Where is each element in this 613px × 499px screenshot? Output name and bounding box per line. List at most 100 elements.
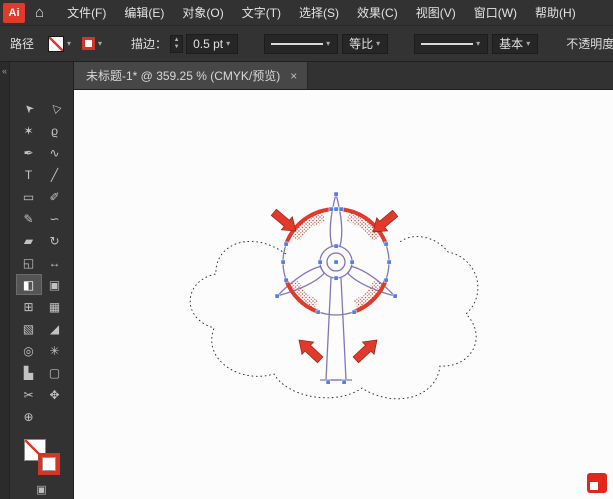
shape-builder-tool[interactable]: ◧: [15, 274, 42, 295]
menu-type[interactable]: 文字(T): [233, 0, 290, 26]
home-icon[interactable]: ⌂: [35, 4, 44, 21]
menu-window[interactable]: 窗口(W): [465, 0, 526, 26]
menu-bar: Ai ⌂ 文件(F) 编辑(E) 对象(O) 文字(T) 选择(S) 效果(C)…: [0, 0, 613, 26]
menu-file[interactable]: 文件(F): [58, 0, 115, 26]
context-label: 路径: [10, 37, 35, 51]
app-logo[interactable]: Ai: [3, 2, 25, 23]
document-tab-title: 未标题-1* @ 359.25 % (CMYK/预览): [86, 69, 281, 83]
caret-down-icon: ▾: [476, 39, 481, 48]
eraser-tool[interactable]: ▰: [16, 230, 42, 251]
anchor-point[interactable]: [328, 206, 334, 212]
fill-caret-icon[interactable]: ▾: [67, 39, 71, 48]
canvas[interactable]: [74, 90, 613, 499]
menu-select[interactable]: 选择(S): [290, 0, 348, 26]
anchor-point[interactable]: [338, 206, 344, 212]
rectangle-tool[interactable]: ▭: [16, 186, 42, 207]
zoom-tool[interactable]: ⊕: [16, 406, 42, 427]
width-profile-select[interactable]: 等比 ▾: [342, 33, 389, 54]
anchor-point[interactable]: [383, 277, 389, 283]
brush-select[interactable]: 基本 ▾: [492, 33, 539, 54]
document-tab-bar: 未标题-1* @ 359.25 % (CMYK/预览) ×: [74, 62, 613, 90]
menu-effect[interactable]: 效果(C): [348, 0, 407, 26]
anchor-point[interactable]: [383, 241, 389, 247]
collapse-panel-icon[interactable]: «: [2, 66, 7, 76]
slice-tool[interactable]: ✂: [16, 384, 42, 405]
anchor-point[interactable]: [351, 309, 357, 315]
stroke-width-select[interactable]: 0.5 pt ▾: [186, 33, 239, 54]
paintbrush-tool[interactable]: ✐: [42, 186, 68, 207]
tower[interactable]: [325, 277, 347, 381]
menu-edit[interactable]: 编辑(E): [115, 0, 173, 26]
pencil-tool[interactable]: ✎: [16, 208, 42, 229]
caret-down-icon: ▾: [326, 39, 331, 48]
anchor-point[interactable]: [333, 275, 339, 281]
anchor-point[interactable]: [283, 277, 289, 283]
anchor-point[interactable]: [333, 259, 339, 265]
blend-tool[interactable]: ◎: [16, 340, 42, 361]
caret-down-icon: ▾: [226, 39, 231, 48]
stroke-color-swatch[interactable]: [82, 37, 96, 50]
artboard-tool[interactable]: ▢: [42, 362, 68, 383]
stroke-label: 描边：: [131, 37, 168, 51]
close-tab-icon[interactable]: ×: [290, 69, 297, 83]
shaper-tool[interactable]: ∽: [42, 208, 68, 229]
anchor-point[interactable]: [386, 259, 392, 265]
pen-tool[interactable]: ✒: [16, 142, 42, 163]
free-transform-tool[interactable]: ▣: [42, 274, 68, 295]
fill-color-swatch[interactable]: [48, 35, 65, 52]
stepper-down-icon[interactable]: ▼: [171, 44, 182, 51]
anchor-point[interactable]: [349, 259, 355, 265]
fill-stroke-control: [23, 439, 60, 475]
anchor-point[interactable]: [333, 243, 339, 249]
stroke-caret-icon[interactable]: ▾: [98, 39, 102, 48]
brush-preview[interactable]: ▾: [414, 33, 489, 54]
anchor-point[interactable]: [325, 379, 331, 385]
hand-tool[interactable]: ✥: [42, 384, 68, 405]
anchor-point[interactable]: [333, 191, 339, 197]
menu-help[interactable]: 帮助(H): [526, 0, 585, 26]
anchor-point[interactable]: [280, 259, 286, 265]
mesh-tool[interactable]: ▦: [42, 296, 68, 317]
line-preview: [421, 42, 474, 45]
perspective-grid-tool[interactable]: ⊞: [16, 296, 42, 317]
width-tool[interactable]: ↔: [42, 252, 68, 273]
toolbar: ➤ ▷ ✶ ϱ ✒ ∿ T ╱ ▭ ✐ ✎ ∽ ▰ ↻ ◱ ↔ ◧ ▣ ⊞ ▦: [10, 62, 73, 499]
width-profile-value: 等比: [349, 37, 374, 51]
anchor-point[interactable]: [315, 309, 321, 315]
stroke-width-value: 0.5 pt: [193, 36, 224, 51]
menu-view[interactable]: 视图(V): [407, 0, 465, 26]
column-graph-tool[interactable]: ▙: [16, 362, 42, 383]
tool-spacer: [42, 406, 68, 427]
blade-up[interactable]: [329, 191, 343, 247]
dock-collapse-strip[interactable]: «: [0, 62, 10, 499]
anchor-point[interactable]: [392, 293, 398, 299]
symbol-sprayer-tool[interactable]: ✳: [42, 340, 68, 361]
caret-down-icon: ▾: [526, 39, 531, 48]
anchor-point[interactable]: [333, 206, 339, 212]
curvature-tool[interactable]: ∿: [42, 142, 68, 163]
document-tab[interactable]: 未标题-1* @ 359.25 % (CMYK/预览) ×: [74, 62, 309, 89]
canvas-artwork[interactable]: [74, 90, 612, 499]
line-segment-tool[interactable]: ╱: [42, 164, 68, 185]
opacity-label: 不透明度：: [566, 37, 613, 51]
draw-mode-icon[interactable]: ▣: [36, 483, 46, 496]
menu-object[interactable]: 对象(O): [173, 0, 232, 26]
anchor-point[interactable]: [317, 259, 323, 265]
scale-tool[interactable]: ◱: [16, 252, 42, 273]
width-profile-preview[interactable]: ▾: [264, 33, 339, 54]
recording-indicator: [587, 473, 607, 493]
stroke-width-stepper[interactable]: ▲ ▼: [170, 34, 184, 53]
anchor-point[interactable]: [341, 379, 347, 385]
gradient-tool[interactable]: ▧: [16, 318, 42, 339]
type-tool[interactable]: T: [16, 164, 42, 185]
stepper-up-icon[interactable]: ▲: [171, 37, 182, 44]
rotate-tool[interactable]: ↻: [42, 230, 68, 251]
annotation-arrow-bottom-left[interactable]: [293, 334, 326, 366]
caret-down-icon: ▾: [376, 39, 381, 48]
anchor-point[interactable]: [283, 241, 289, 247]
eyedropper-tool[interactable]: ◢: [42, 318, 68, 339]
anchor-point[interactable]: [274, 293, 280, 299]
stroke-swatch[interactable]: [37, 453, 60, 475]
annotation-arrow-bottom-right[interactable]: [350, 334, 383, 366]
control-bar: 路径 ▾ ▾ 描边： ▲ ▼ 0.5 pt ▾ ▾ 等比 ▾ ▾ 基本 ▾ 不透…: [0, 26, 613, 62]
